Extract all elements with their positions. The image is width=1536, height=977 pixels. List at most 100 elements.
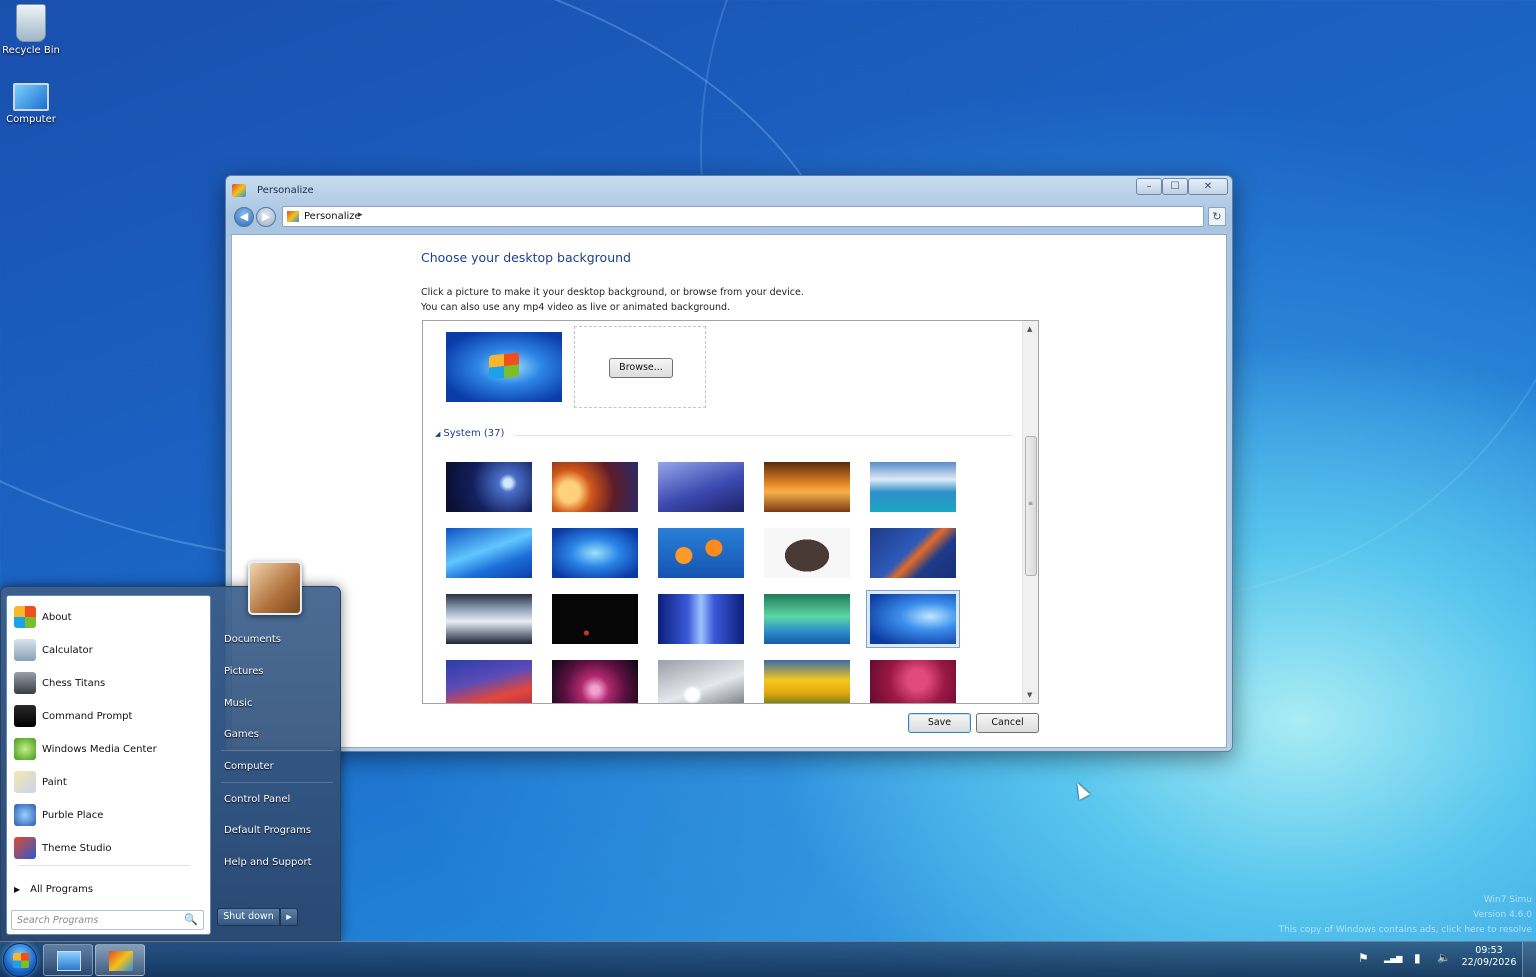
wallpaper-goldfish[interactable] [658,528,744,578]
wallpaper-silver-bokeh[interactable] [658,660,744,703]
window-title: Personalize [257,185,314,196]
save-button[interactable]: Save [908,713,971,733]
wallpaper-pink-jellyfish[interactable] [870,660,956,703]
wallpaper-grid [446,462,960,703]
start-item-paint[interactable]: Paint [12,770,207,796]
start-item-label: Chess Titans [42,678,106,689]
section-divider [515,435,1012,436]
desktop-icon-recycle-bin[interactable]: Recycle Bin [2,4,60,56]
start-button[interactable] [3,943,37,977]
wallpaper-blue-light[interactable] [658,594,744,644]
wallpaper-stars[interactable] [446,462,532,512]
start-item-purble-place[interactable]: Purble Place [12,803,207,829]
personalize-icon [287,211,299,222]
taskbar-item-personalize[interactable] [95,944,145,976]
wallpaper-suitcase[interactable] [764,528,850,578]
close-button[interactable]: ✕ [1188,178,1228,195]
search-input[interactable]: Search Programs 🔍 [11,910,204,930]
wallpaper-abstract-orange[interactable] [870,528,956,578]
section-header-system[interactable]: ◢ System (37) [435,428,504,439]
shutdown-button[interactable]: Shut down [217,908,280,926]
wallpaper-blue-wave[interactable] [446,528,532,578]
start-item-label: About [42,612,72,623]
desktop-icon-label: Computer [6,114,56,125]
start-item-label: Command Prompt [42,711,133,722]
wallpaper-aurora[interactable] [764,594,850,644]
description-line: Click a picture to make it your desktop … [421,287,804,298]
title-bar[interactable]: Personalize – ☐ ✕ [226,176,1232,204]
shutdown-options-arrow-icon[interactable]: ▶ [280,908,298,926]
taskbar-item-explorer[interactable] [43,944,93,976]
computer-icon [13,83,49,111]
place-computer[interactable]: Computer [224,761,274,772]
wallpaper-windows-logo[interactable] [552,528,638,578]
place-music[interactable]: Music [224,698,252,709]
all-programs-button[interactable]: ▶ All Programs [14,884,93,895]
wallpaper-moon-mountain[interactable] [658,462,744,512]
wallpaper-yellow-tulips[interactable] [764,660,850,703]
maximize-button[interactable]: ☐ [1162,178,1188,195]
program-list: Theme Studio Purble Place Paint Windows Med… [6,595,211,935]
start-item-about[interactable]: About [12,605,207,631]
minimize-button[interactable]: – [1136,178,1162,195]
personalize-icon [109,951,133,971]
clock-date: 22/09/2026 [1461,957,1517,968]
media-center-icon [14,738,36,760]
start-item-theme-studio[interactable]: Theme Studio [12,836,207,862]
activation-watermark[interactable]: Win7 Simu Version 4.6.0 This copy of Win… [1279,893,1532,938]
wallpaper-autumn-road[interactable] [764,462,850,512]
start-item-chess-titans[interactable]: Chess Titans [12,671,207,697]
wallpaper-red-blue-wave[interactable] [446,660,532,703]
cancel-button[interactable]: Cancel [976,713,1039,733]
breadcrumb[interactable]: Personalize ▸ [282,206,1204,227]
start-item-windows-media-center[interactable]: Windows Media Center [12,737,207,763]
scroll-up-icon[interactable]: ▲ [1027,325,1032,333]
start-item-command-prompt[interactable]: Command Prompt [12,704,207,730]
forward-button[interactable]: ▶ [256,207,276,227]
scrollbar-thumb[interactable]: ≡ [1025,436,1037,576]
personalize-window: Personalize – ☐ ✕ ◀ ▶ Personalize ▸ ↻ Ch… [225,175,1233,752]
desktop-icon-computer[interactable]: Computer [2,79,60,125]
start-item-label: Purble Place [42,810,104,821]
purble-place-icon [14,804,36,826]
place-pictures[interactable]: Pictures [224,666,264,677]
wallpaper-dahlia[interactable] [552,660,638,703]
scroll-down-icon[interactable]: ▼ [1027,691,1032,699]
show-desktop-button[interactable] [1522,942,1536,977]
action-center-flag-icon[interactable]: ⚑ [1358,951,1369,965]
divider [17,865,190,866]
page-description: Click a picture to make it your desktop … [421,285,804,315]
browse-dropzone[interactable]: Browse... [574,326,706,408]
wallpaper-dark[interactable] [552,594,638,644]
breadcrumb-item[interactable]: Personalize [304,211,361,222]
wallpaper-sea-clouds[interactable] [870,462,956,512]
description-line: You can also use any mp4 video as live o… [421,302,731,313]
place-games[interactable]: Games [224,729,259,740]
place-help-and-support[interactable]: Help and Support [224,857,312,868]
breadcrumb-arrow-icon[interactable]: ▸ [358,210,363,220]
windows-logo-icon [489,352,519,380]
recycle-bin-icon [16,4,46,42]
refresh-button[interactable]: ↻ [1208,207,1226,226]
back-button[interactable]: ◀ [234,207,254,227]
wallpaper-blue-glow[interactable] [866,590,960,648]
vertical-scrollbar[interactable]: ▲ ≡ ▼ [1022,321,1038,703]
clock[interactable]: 09:53 22/09/2026 [1454,945,1524,969]
wallpaper-space-needle[interactable] [552,462,638,512]
search-icon[interactable]: 🔍 [184,913,198,926]
start-item-label: Windows Media Center [42,744,157,755]
place-documents[interactable]: Documents [224,634,281,645]
power-icon[interactable]: ▮ [1414,951,1421,965]
current-wallpaper-preview [446,332,562,402]
place-control-panel[interactable]: Control Panel [224,794,290,805]
wallpaper-icy-lake[interactable] [446,594,532,644]
windows-logo-icon [14,606,36,628]
volume-icon[interactable]: 🔈 [1437,951,1451,964]
divider [221,750,333,751]
search-placeholder: Search Programs [17,915,99,926]
start-item-calculator[interactable]: Calculator [12,638,207,664]
place-default-programs[interactable]: Default Programs [224,825,311,836]
browse-button[interactable]: Browse... [609,358,673,378]
user-avatar[interactable] [248,561,302,615]
network-icon[interactable]: ▂▄▆ [1384,954,1402,963]
